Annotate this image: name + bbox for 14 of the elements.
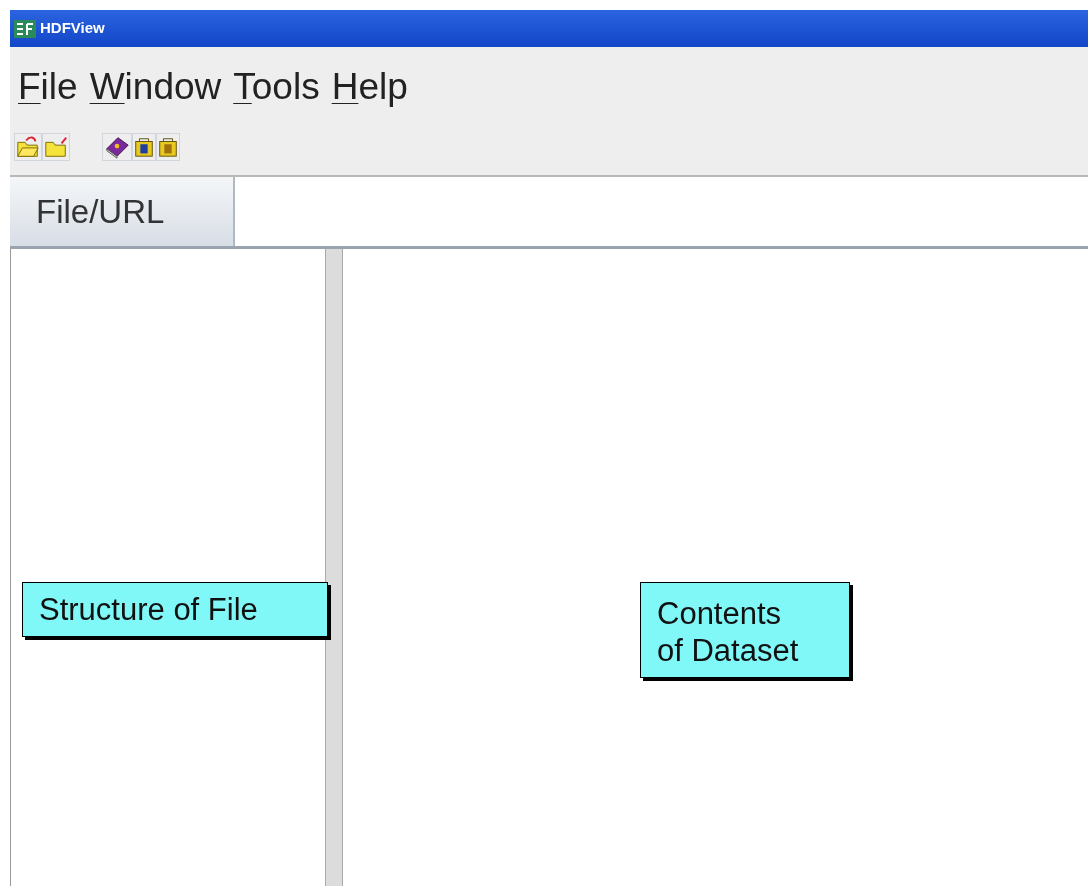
menu-item[interactable]: Tools <box>233 59 320 115</box>
menu-item[interactable]: Help <box>331 59 408 115</box>
url-field[interactable] <box>235 177 1088 246</box>
window-title: HDFView <box>40 18 105 39</box>
menu-item[interactable]: Window <box>89 59 222 115</box>
folder-icon[interactable] <box>42 133 70 161</box>
callout-label: Contents of Dataset <box>640 582 850 679</box>
callout-label: Structure of File <box>22 582 328 638</box>
open-folder-icon[interactable] <box>14 133 42 161</box>
help-book-icon[interactable] <box>102 133 132 161</box>
app-logo-icon <box>14 19 36 38</box>
splitter-handle[interactable] <box>325 249 343 886</box>
url-label: File/URL <box>10 177 235 246</box>
menu-item[interactable]: File <box>18 59 78 115</box>
